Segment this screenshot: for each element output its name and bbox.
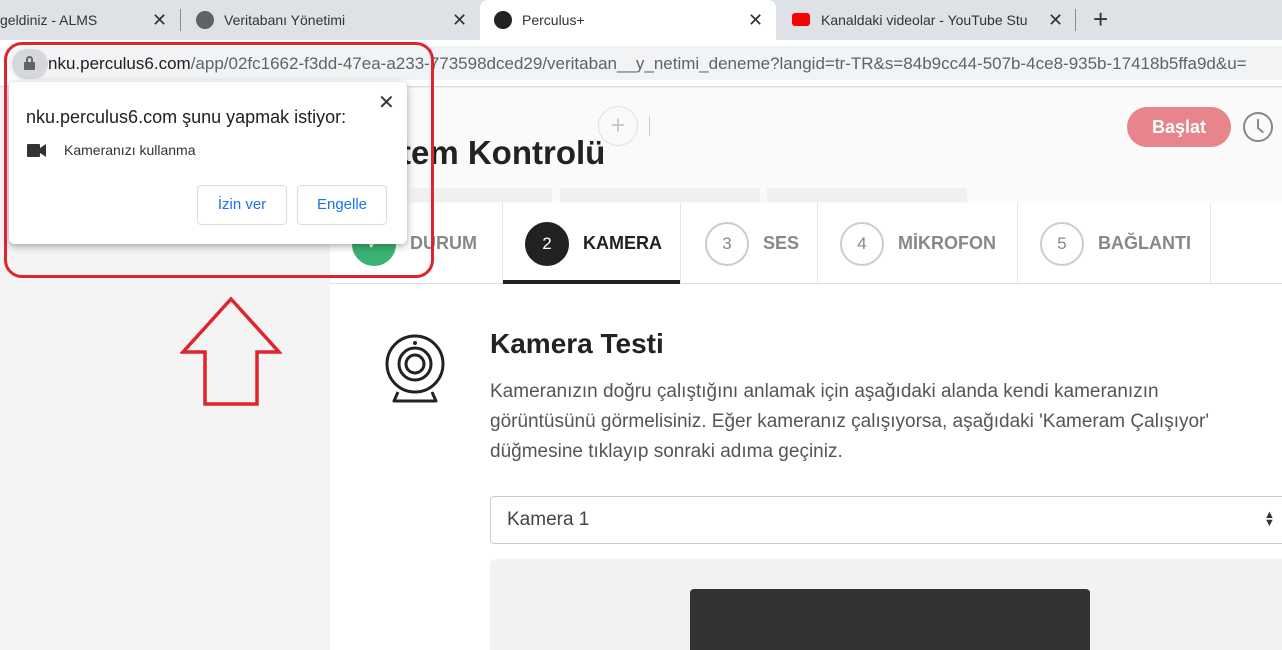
- select-arrows-icon: ▲ ▼: [1264, 509, 1275, 529]
- step-label: SES: [763, 233, 800, 253]
- camera-test-description: Kameranızın doğru çalıştığını anlamak iç…: [490, 381, 1210, 462]
- tab-alms[interactable]: geldiniz - ALMS ✕: [0, 0, 178, 40]
- placeholder-card: [560, 188, 760, 202]
- step-number: 3: [705, 221, 749, 266]
- tab-title: Perculus+: [522, 12, 585, 28]
- step-mikrofon[interactable]: 4 MİKROFON: [818, 203, 1018, 284]
- step-number: 5: [1040, 221, 1084, 266]
- start-button[interactable]: Başlat: [1127, 107, 1231, 147]
- tab-title: Veritabanı Yönetimi: [224, 12, 346, 28]
- camera-select[interactable]: Kamera 1: [490, 496, 1282, 544]
- camera-test-heading: Kamera Testi: [490, 328, 664, 359]
- close-tab-icon[interactable]: ✕: [748, 10, 763, 31]
- camera-preview: [690, 589, 1090, 650]
- step-label: KAMERA: [583, 233, 662, 253]
- perculus-logo-icon: [494, 11, 512, 29]
- annotation-highlight-box: [4, 42, 434, 278]
- step-tabs: ✓ DURUM 2 KAMERA 3 SES 4 MİKROFON 5 BAĞL…: [330, 203, 1282, 285]
- step-label: BAĞLANTI: [1098, 233, 1191, 253]
- step-kamera[interactable]: 2 KAMERA: [503, 203, 681, 285]
- step-number: 4: [840, 221, 884, 266]
- annotation-up-arrow-icon: [180, 296, 282, 406]
- browser-tab-strip: geldiniz - ALMS ✕ Veritabanı Yönetimi ✕ …: [0, 0, 1282, 40]
- close-tab-icon[interactable]: ✕: [1048, 10, 1063, 31]
- tab-veritabani[interactable]: Veritabanı Yönetimi ✕: [182, 0, 478, 40]
- globe-icon: [196, 11, 214, 29]
- clock-icon[interactable]: [1243, 112, 1273, 142]
- webcam-icon: [385, 334, 445, 403]
- youtube-icon: [792, 13, 810, 26]
- step-baglanti[interactable]: 5 BAĞLANTI: [1018, 203, 1211, 284]
- step-number: 2: [525, 221, 569, 266]
- step-ses[interactable]: 3 SES: [681, 203, 818, 284]
- new-tab-icon[interactable]: +: [1093, 6, 1108, 32]
- close-tab-icon[interactable]: ✕: [152, 10, 167, 31]
- placeholder-card: [767, 188, 967, 202]
- divider: [649, 116, 650, 136]
- tab-title: geldiniz - ALMS: [0, 12, 98, 28]
- step-label: MİKROFON: [898, 233, 996, 253]
- tab-youtube[interactable]: Kanaldaki videolar - YouTube Stu ✕: [778, 0, 1074, 40]
- tab-title: Kanaldaki videolar - YouTube Stu: [821, 12, 1028, 28]
- tab-separator: [1075, 9, 1076, 31]
- tab-separator: [180, 9, 181, 31]
- tab-perculus[interactable]: Perculus+ ✕: [480, 0, 776, 40]
- close-tab-icon[interactable]: ✕: [452, 10, 467, 31]
